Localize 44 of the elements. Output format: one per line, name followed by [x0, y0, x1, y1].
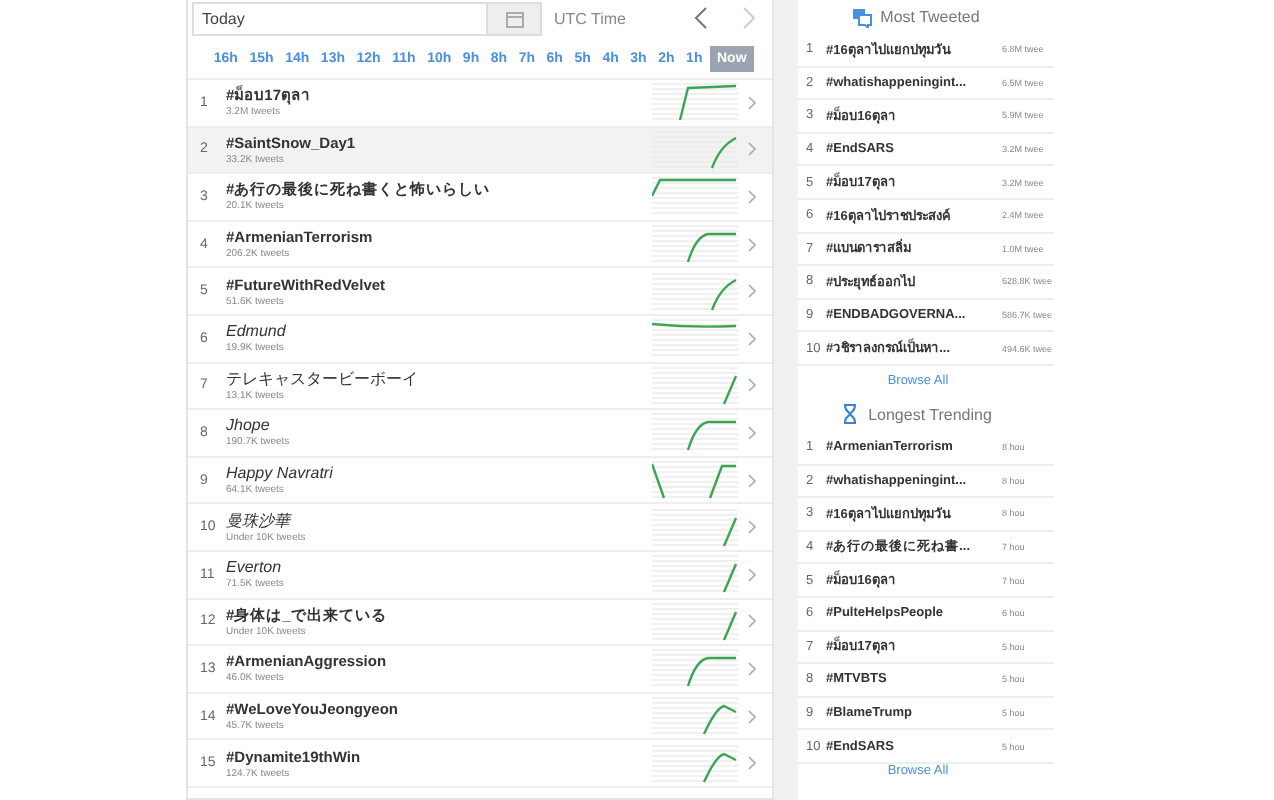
sparkline — [686, 232, 736, 263]
chevron-icon — [748, 331, 756, 346]
chevron-icon — [748, 520, 756, 535]
chevron-icon — [748, 661, 756, 676]
sparkline — [722, 564, 738, 593]
sparkline — [652, 462, 738, 500]
sparkline — [710, 136, 737, 169]
chevron-icon — [748, 189, 756, 204]
date-picker[interactable]: Today — [192, 1, 542, 35]
trend-name: Everton — [226, 558, 284, 579]
timezone-label: UTC Time — [554, 9, 626, 27]
sparkline — [652, 323, 737, 329]
trend-name: Jhope — [226, 416, 272, 437]
chat-bubbles-icon — [852, 7, 873, 27]
calendar-button[interactable] — [486, 3, 540, 33]
sparkline — [722, 375, 738, 405]
sparkline — [710, 278, 737, 310]
sparkline — [652, 179, 736, 198]
sparkline — [686, 657, 736, 688]
chevron-icon — [748, 425, 756, 440]
trend-name: テレキャスタービーボーイ — [226, 369, 420, 390]
chevron-icon — [748, 95, 756, 110]
sparkline — [702, 752, 737, 782]
trend-name: 曼珠沙華 — [226, 511, 294, 532]
chevron-icon — [748, 237, 756, 252]
sparkline — [686, 421, 736, 452]
chevron-icon — [748, 284, 756, 299]
chevron-icon — [748, 614, 756, 629]
sparkline — [678, 85, 737, 121]
hourglass-icon — [840, 404, 861, 425]
chevron-icon — [748, 709, 756, 724]
chevron-icon — [748, 473, 756, 488]
chevron-icon — [748, 567, 756, 582]
sparkline — [722, 611, 738, 641]
trend-name: Edmund — [226, 322, 288, 343]
sparkline — [722, 516, 738, 546]
chevron-icon — [748, 142, 756, 157]
trend-name: Happy Navratri — [226, 464, 335, 485]
sparkline — [702, 704, 737, 735]
section-title: Most Tweeted — [880, 8, 980, 26]
section-title: Longest Trending — [868, 405, 992, 424]
calendar-icon — [505, 9, 523, 27]
chevron-icon — [748, 378, 756, 393]
chevron-icon — [748, 756, 756, 771]
